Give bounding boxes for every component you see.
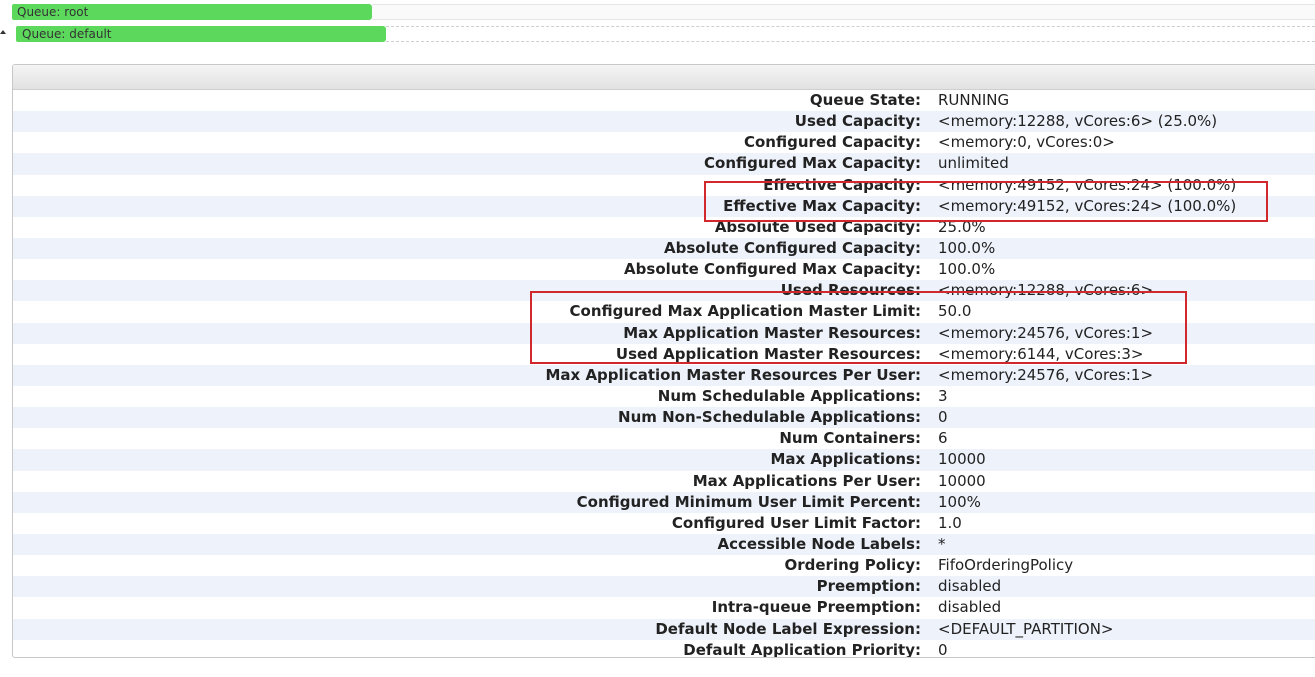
panel-header	[13, 65, 1315, 90]
detail-value: <memory:12288, vCores:6> (25.0%)	[938, 112, 1218, 131]
queue-root-bar[interactable]: Queue: root	[0, 4, 1315, 20]
detail-row: Max Application Master Resources: <memory…	[13, 322, 1315, 344]
detail-value: 6	[938, 429, 948, 448]
queue-details-table: Queue State: RUNNING Used Capacity: <memory…	[13, 90, 1315, 658]
detail-key: Num Containers:	[779, 429, 921, 448]
detail-value: 0	[938, 640, 948, 658]
detail-key: Configured Capacity:	[743, 133, 921, 152]
detail-key: Intra-queue Preemption:	[711, 598, 921, 617]
detail-value: <memory:49152, vCores:24> (100.0%)	[938, 175, 1237, 194]
detail-value: disabled	[938, 598, 1002, 617]
detail-key: Absolute Configured Max Capacity:	[624, 260, 921, 279]
detail-key: Num Non-Schedulable Applications:	[618, 408, 921, 427]
detail-row: Absolute Configured Capacity: 100.0%	[13, 237, 1315, 260]
detail-value: FifoOrderingPolicy	[938, 556, 1074, 575]
detail-value: <memory:0, vCores:0>	[938, 133, 1115, 152]
detail-value: 3	[938, 386, 948, 405]
detail-value: 0	[938, 408, 948, 427]
detail-value: <memory:24576, vCores:1>	[938, 323, 1154, 342]
detail-key: Queue State:	[809, 91, 921, 109]
detail-value: 10000	[938, 471, 986, 490]
detail-key: Configured User Limit Factor:	[671, 513, 921, 532]
detail-row: Num Containers: 6	[13, 428, 1315, 449]
detail-value: 50.0	[938, 302, 972, 321]
detail-key: Configured Max Application Master Limit:	[569, 302, 921, 321]
detail-row: Absolute Configured Max Capacity: 100.0%	[13, 259, 1315, 280]
detail-value: 100.0%	[938, 260, 996, 279]
detail-key: Max Application Master Resources:	[623, 323, 921, 342]
detail-value: <memory:49152, vCores:24> (100.0%)	[938, 196, 1237, 215]
detail-row: Max Applications: 10000	[13, 449, 1315, 471]
detail-row: Configured Minimum User Limit Percent: 10…	[13, 491, 1315, 513]
detail-value: 100.0%	[938, 238, 996, 257]
detail-key: Num Schedulable Applications:	[657, 386, 921, 405]
detail-value: 1.0	[938, 513, 962, 532]
detail-row: Effective Max Capacity: <memory:49152, vC…	[13, 195, 1315, 217]
detail-value: <memory:24576, vCores:1>	[938, 365, 1154, 384]
detail-row: Default Application Priority: 0	[13, 640, 1315, 658]
detail-row: Configured Max Capacity: unlimited	[13, 153, 1315, 175]
detail-key: Default Application Priority:	[683, 640, 921, 658]
detail-key: Used Capacity:	[794, 112, 921, 131]
queue-default-label[interactable]: Queue: default	[22, 26, 112, 42]
detail-row: Effective Capacity: <memory:49152, vCores…	[13, 175, 1315, 196]
detail-value: <memory:6144, vCores:3>	[938, 344, 1144, 363]
queue-details-panel: Queue State: RUNNING Used Capacity: <memory…	[12, 64, 1315, 658]
detail-row: Configured Capacity: <memory:0, vCores:0>	[13, 132, 1315, 153]
detail-key: Absolute Configured Capacity:	[664, 238, 921, 257]
detail-row: Num Schedulable Applications: 3	[13, 386, 1315, 407]
queue-root-track	[372, 4, 1315, 20]
detail-key: Effective Max Capacity:	[723, 196, 921, 215]
detail-value: RUNNING	[938, 91, 1010, 109]
detail-value: 100%	[938, 492, 981, 511]
detail-key: Max Applications Per User:	[692, 471, 921, 490]
detail-row: Configured Max Application Master Limit:…	[13, 301, 1315, 322]
detail-key: Used Application Master Resources:	[615, 344, 921, 363]
detail-row: Queue State: RUNNING	[13, 90, 1315, 111]
detail-key: Max Applications:	[770, 450, 921, 469]
detail-row: Used Application Master Resources: <memor…	[13, 344, 1315, 365]
queue-default-bar[interactable]: Queue: default	[0, 26, 1315, 42]
detail-value: disabled	[938, 577, 1002, 596]
detail-row: Used Resources: <memory:12288, vCores:6>	[13, 280, 1315, 302]
detail-key: Max Application Master Resources Per Use…	[545, 365, 922, 384]
detail-key: Effective Capacity:	[763, 175, 921, 194]
detail-row: Configured User Limit Factor: 1.0	[13, 513, 1315, 534]
queue-default-track	[386, 26, 1315, 42]
detail-key: Ordering Policy:	[784, 556, 922, 575]
detail-key: Configured Max Capacity:	[704, 154, 921, 173]
detail-row: Num Non-Schedulable Applications: 0	[13, 407, 1315, 429]
detail-row: Accessible Node Labels: *	[13, 533, 1315, 556]
detail-value: 25.0%	[938, 217, 986, 236]
queue-root-label[interactable]: Queue: root	[17, 4, 88, 20]
detail-row: Preemption: disabled	[13, 576, 1315, 598]
detail-key: Used Resources:	[780, 281, 921, 300]
detail-key: Default Node Label Expression:	[655, 619, 921, 638]
detail-key: Accessible Node Labels:	[717, 534, 922, 553]
detail-key: Preemption:	[816, 577, 921, 596]
detail-value: unlimited	[938, 154, 1009, 173]
detail-row: Default Node Label Expression: <DEFAULT_P…	[13, 618, 1315, 640]
detail-value: 10000	[938, 450, 986, 469]
detail-row: Ordering Policy: FifoOrderingPolicy	[13, 555, 1315, 576]
detail-row: Intra-queue Preemption: disabled	[13, 597, 1315, 618]
detail-value: <DEFAULT_PARTITION>	[938, 619, 1114, 638]
detail-row: Used Capacity: <memory:12288, vCores:6> (…	[13, 111, 1315, 133]
detail-row: Absolute Used Capacity: 25.0%	[13, 217, 1315, 238]
detail-value: <memory:12288, vCores:6>	[938, 281, 1154, 300]
detail-value: *	[938, 534, 946, 553]
detail-row: Max Application Master Resources Per Use…	[13, 364, 1315, 386]
detail-row: Max Applications Per User: 10000	[13, 471, 1315, 492]
detail-key: Absolute Used Capacity:	[714, 217, 921, 236]
detail-key: Configured Minimum User Limit Percent:	[576, 492, 921, 511]
